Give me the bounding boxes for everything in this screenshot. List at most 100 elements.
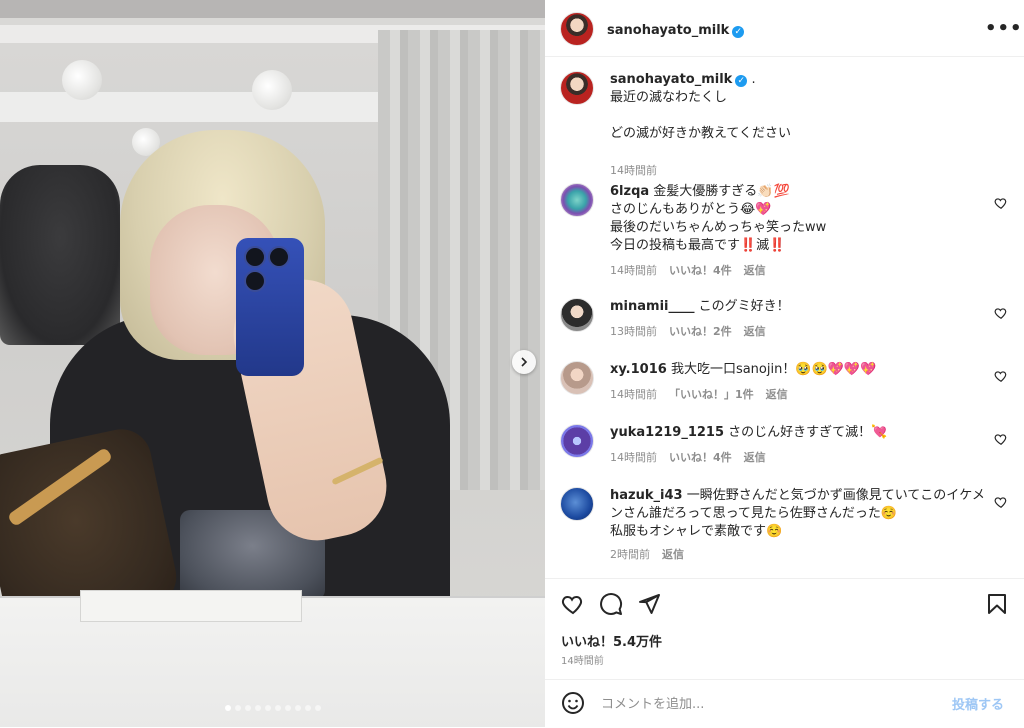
avatar[interactable]	[560, 71, 594, 105]
carousel-dot	[254, 705, 261, 711]
carousel-dot	[224, 705, 231, 711]
header-username-wrap: sanohayato_milk ✓	[607, 19, 745, 38]
comment-item: 6lzqa 金髪大優勝すぎる👏🏻💯 さのじんもありがとう😂💖 最後のだいちゃんめ…	[560, 183, 1010, 283]
post-photo[interactable]	[0, 0, 545, 727]
caption-text: sanohayato_milk ✓ . 最近の滅なわたくし どの滅が好きか教えてく…	[610, 71, 995, 143]
verified-badge-icon: ✓	[735, 75, 748, 87]
caption-line: 最近の滅なわたくし	[610, 90, 728, 105]
bookmark-icon[interactable]	[985, 592, 1009, 616]
comment-likes[interactable]: いいね！2件	[669, 325, 732, 338]
comment-meta: 14時間前 「いいね！」1件 返信	[610, 386, 800, 402]
comment-body: 6lzqa 金髪大優勝すぎる👏🏻💯 さのじんもありがとう😂💖 最後のだいちゃんめ…	[610, 183, 995, 255]
comment-likes[interactable]: いいね！4件	[669, 451, 732, 464]
post-header: sanohayato_milk ✓ •••	[545, 0, 1024, 57]
comments-list: sanohayato_milk ✓ . 最近の滅なわたくし どの滅が好きか教えてく…	[545, 57, 1024, 577]
caption-time: 14時間前	[610, 164, 657, 177]
post-panel: sanohayato_milk ✓ ••• sanohayato_milk ✓ . …	[545, 0, 1024, 727]
like-comment-heart-icon[interactable]	[994, 432, 1008, 446]
camera-lens	[268, 246, 290, 268]
comment-item: minamii____ このグミ好き！ 13時間前 いいね！2件 返信	[560, 298, 1010, 348]
reply-button[interactable]: 返信	[766, 388, 788, 401]
background-figure	[0, 165, 120, 345]
header-username[interactable]: sanohayato_milk	[607, 23, 729, 38]
carousel-dot	[294, 705, 301, 711]
post-comment-button[interactable]: 投稿する	[952, 694, 1004, 713]
like-comment-heart-icon[interactable]	[994, 306, 1008, 320]
comment-text: このグミ好き！	[698, 299, 790, 314]
comment-time: 14時間前	[610, 451, 657, 464]
carousel-dot	[244, 705, 251, 711]
carousel-dot	[274, 705, 281, 711]
like-comment-heart-icon[interactable]	[994, 196, 1008, 210]
comment-username[interactable]: yuka1219_1215	[610, 425, 724, 440]
comment-body: yuka1219_1215 さのじん好きすぎて滅！💘	[610, 424, 995, 442]
comment-text: 我大吃一口sanojin！🥹🥹💖💖💖	[670, 362, 877, 377]
avatar[interactable]	[560, 487, 594, 521]
comment-time: 13時間前	[610, 325, 657, 338]
carousel-dots	[0, 705, 545, 711]
vanity-bulb	[252, 70, 292, 110]
comment-username[interactable]: hazuk_i43	[610, 488, 683, 503]
avatar[interactable]	[560, 183, 594, 217]
next-slide-button[interactable]	[512, 350, 536, 374]
box	[80, 590, 302, 622]
like-comment-heart-icon[interactable]	[994, 495, 1008, 509]
emoji-icon[interactable]	[561, 691, 585, 715]
carousel-dot	[234, 705, 241, 711]
camera-lens	[244, 270, 266, 292]
comment-bubble-icon[interactable]	[599, 592, 623, 616]
comment-time: 14時間前	[610, 388, 657, 401]
comment-username[interactable]: xy.1016	[610, 362, 667, 377]
comment-body: xy.1016 我大吃一口sanojin！🥹🥹💖💖💖	[610, 361, 995, 379]
comment-bar: 投稿する	[545, 679, 1024, 728]
avatar[interactable]	[560, 361, 594, 395]
comment-meta: 13時間前 いいね！2件 返信	[610, 323, 778, 339]
reply-button[interactable]: 返信	[744, 451, 766, 464]
avatar[interactable]	[560, 298, 594, 332]
phone	[236, 238, 304, 376]
caption-suffix: .	[751, 72, 756, 87]
comment-time: 2時間前	[610, 548, 650, 561]
comment-likes[interactable]: 「いいね！」1件	[669, 388, 754, 401]
mirror-shelf	[0, 92, 380, 122]
photo-top-strip	[0, 0, 545, 18]
carousel-dot	[264, 705, 271, 711]
reply-button[interactable]: 返信	[662, 548, 684, 561]
comment-likes[interactable]: いいね！4件	[669, 264, 732, 277]
comment-text: さのじん好きすぎて滅！💘	[728, 425, 888, 440]
carousel-dot	[314, 705, 321, 711]
comment-item: yuka1219_1215 さのじん好きすぎて滅！💘 14時間前 いいね！4件 返信	[560, 424, 1010, 474]
comment-item: xy.1016 我大吃一口sanojin！🥹🥹💖💖💖 14時間前 「いいね！」1件…	[560, 361, 1010, 411]
reply-button[interactable]: 返信	[744, 325, 766, 338]
comment-input[interactable]	[599, 691, 933, 717]
more-options-button[interactable]: •••	[985, 18, 1023, 39]
post-actions: いいね！5.4万件 14時間前	[545, 578, 1024, 679]
like-comment-heart-icon[interactable]	[994, 369, 1008, 383]
comment-body: hazuk_i43 一瞬佐野さんだと気づかず画像見ていてこのイケメンさん誰だろっ…	[610, 487, 995, 541]
reply-button[interactable]: 返信	[744, 264, 766, 277]
avatar[interactable]	[560, 12, 594, 46]
comment-username[interactable]: 6lzqa	[610, 184, 649, 199]
verified-badge-icon: ✓	[732, 26, 745, 38]
comment-meta: 14時間前 いいね！4件 返信	[610, 449, 778, 465]
caption-meta: 14時間前	[610, 162, 669, 178]
caption-username[interactable]: sanohayato_milk	[610, 72, 732, 87]
caption-line: どの滅が好きか教えてください	[610, 126, 791, 141]
like-count[interactable]: いいね！5.4万件	[561, 631, 662, 650]
avatar[interactable]	[560, 424, 594, 458]
comment-time: 14時間前	[610, 264, 657, 277]
vanity-bulb	[62, 60, 102, 100]
comment-username[interactable]: minamii____	[610, 299, 695, 314]
carousel-dot	[304, 705, 311, 711]
like-heart-icon[interactable]	[561, 592, 585, 616]
comment-meta: 2時間前 返信	[610, 546, 696, 562]
comment-body: minamii____ このグミ好き！	[610, 298, 995, 316]
share-paper-plane-icon[interactable]	[637, 592, 661, 616]
camera-lens	[244, 246, 266, 268]
post-caption: sanohayato_milk ✓ . 最近の滅なわたくし どの滅が好きか教えてく…	[560, 71, 1010, 177]
comment-item: hazuk_i43 一瞬佐野さんだと気づかず画像見ていてこのイケメンさん誰だろっ…	[560, 487, 1010, 567]
carousel-dot	[284, 705, 291, 711]
comment-meta: 14時間前 いいね！4件 返信	[610, 262, 778, 278]
chevron-right-icon	[521, 357, 528, 367]
post-time: 14時間前	[561, 656, 604, 667]
